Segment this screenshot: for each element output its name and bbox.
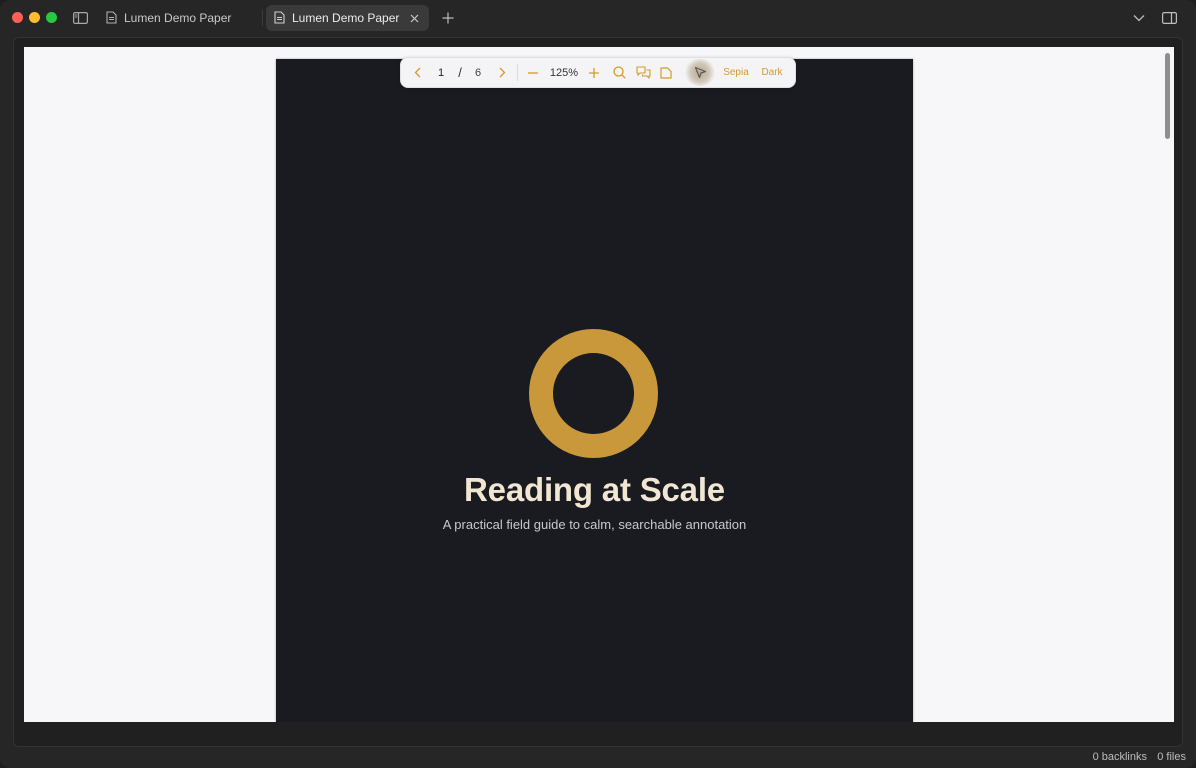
chevron-left-icon [414,67,420,78]
pdf-toolbar: 1 / 6 125% Sepia Dark [400,57,796,88]
status-bar: 0 backlinks 0 files [0,748,1196,768]
document-title: Reading at Scale [464,471,725,508]
chevron-down-icon[interactable] [1131,10,1147,26]
document-icon [274,11,286,25]
zoom-out-button[interactable] [525,58,541,87]
next-page-button[interactable] [494,58,510,87]
tab-label: Lumen Demo Paper [124,11,232,25]
search-button[interactable] [611,58,627,87]
minus-icon [528,71,538,74]
total-pages: 6 [474,66,482,79]
files-count[interactable]: 0 files [1157,751,1186,763]
zoom-in-button[interactable] [586,58,602,87]
previous-page-button[interactable] [409,58,425,87]
comments-button[interactable] [634,58,652,87]
tab-lumen-demo-paper-active[interactable]: Lumen Demo Paper [266,5,429,31]
zoom-level[interactable]: 125% [547,58,581,87]
tab-label: Lumen Demo Paper [292,11,400,25]
pdf-pane: Reading at Scale A practical field guide… [13,37,1183,747]
tab-bar: Lumen Demo Paper Lumen Demo Paper [0,0,1196,36]
plus-icon [589,67,599,78]
document-icon [106,11,118,25]
sidebar-toggle-icon[interactable] [72,10,88,26]
cover-ring-graphic [529,329,658,458]
dark-theme-button[interactable]: Dark [757,58,787,87]
select-tool-button[interactable] [685,59,715,86]
backlinks-count[interactable]: 0 backlinks [1093,751,1147,763]
app-window: Lumen Demo Paper Lumen Demo Paper Readin… [0,0,1196,768]
cursor-icon [694,66,706,79]
current-page-input[interactable]: 1 [435,58,447,87]
page-icon [660,66,672,79]
tab-lumen-demo-paper[interactable]: Lumen Demo Paper [98,5,258,31]
document-subtitle: A practical field guide to calm, searcha… [442,517,747,532]
page-separator: / [458,65,462,80]
tab-divider [262,10,263,26]
minimize-window-button[interactable] [29,12,40,23]
pdf-page: Reading at Scale A practical field guide… [276,59,913,722]
right-sidebar-toggle-icon[interactable] [1161,10,1177,26]
close-tab-icon[interactable] [407,11,421,25]
maximize-window-button[interactable] [46,12,57,23]
sepia-theme-button[interactable]: Sepia [721,58,751,87]
new-tab-icon[interactable] [440,10,456,26]
close-window-button[interactable] [12,12,23,23]
page-view-button[interactable] [658,58,674,87]
toolbar-divider [517,64,518,81]
comments-icon [635,66,651,79]
search-icon [612,66,626,79]
chevron-right-icon [499,67,505,78]
vertical-scrollbar[interactable] [1165,53,1170,139]
pdf-viewer[interactable]: Reading at Scale A practical field guide… [24,47,1174,722]
